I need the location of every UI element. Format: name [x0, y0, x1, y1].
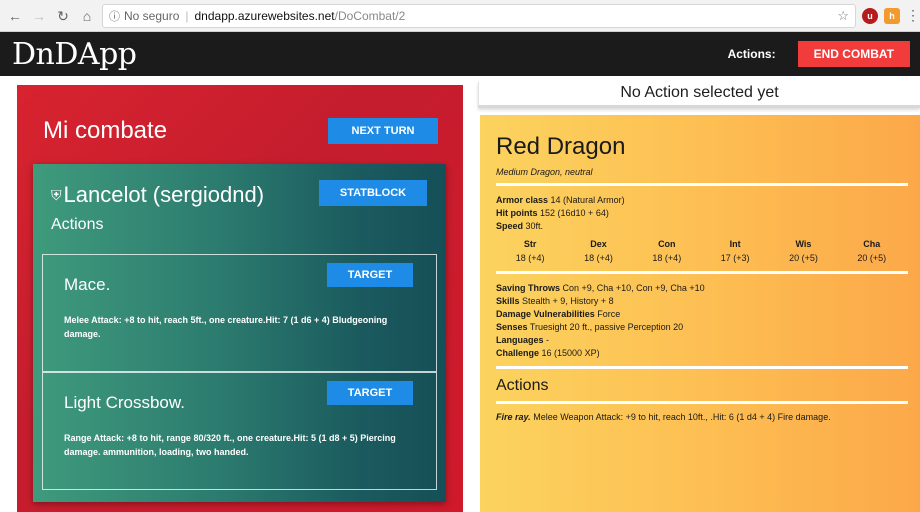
- monster-actions-heading: Actions: [496, 377, 549, 394]
- saving-throws: Saving Throws Con +9, Cha +10, Con +9, C…: [496, 282, 920, 295]
- saving-throws-value: Con +9, Cha +10, Con +9, Cha +10: [562, 283, 705, 293]
- actions-label: Actions:: [727, 47, 776, 61]
- hit-points-value: 152 (16d10 + 64): [540, 208, 609, 218]
- browser-toolbar: ← → ↻ ⌂ ⓘ No seguro | dndapp.azurewebsit…: [0, 0, 920, 32]
- ability-scores: Str 18 (+4) Dex 18 (+4) Con 18 (+4) Int 17 (…: [496, 237, 920, 265]
- action-item: Mace. TARGET Melee Attack: +8 to hit, re…: [42, 254, 437, 372]
- damage-vulnerabilities: Damage Vulnerabilities Force: [496, 308, 920, 321]
- languages-value: -: [546, 335, 550, 345]
- action-item: Light Crossbow. TARGET Range Attack: +8 …: [42, 372, 437, 490]
- insecure-label: No seguro: [124, 8, 180, 23]
- address-bar[interactable]: ⓘ No seguro | dndapp.azurewebsites.net/D…: [102, 3, 856, 28]
- ability-con: Con 18 (+4): [633, 237, 701, 265]
- reload-icon[interactable]: ↻: [54, 7, 72, 25]
- hit-points: Hit points 152 (16d10 + 64): [496, 207, 920, 220]
- senses-value: Truesight 20 ft., passive Perception 20: [529, 322, 684, 332]
- shield-icon: ⛨: [51, 186, 62, 203]
- ability-value: 18 (+4): [584, 253, 613, 263]
- damage-vulnerabilities-value: Force: [597, 309, 621, 319]
- target-button[interactable]: TARGET: [327, 263, 413, 287]
- action-name: Light Crossbow.: [64, 393, 185, 412]
- skills-label: Skills: [496, 296, 520, 306]
- address-separator: |: [185, 8, 189, 23]
- action-status-bar: No Action selected yet: [478, 82, 920, 108]
- monster-action: Fire ray. Melee Weapon Attack: +9 to hit…: [496, 412, 920, 422]
- speed-label: Speed: [496, 221, 524, 231]
- back-arrow-icon[interactable]: ←: [6, 7, 24, 25]
- ability-int: Int 17 (+3): [701, 237, 769, 265]
- ability-value: 18 (+4): [652, 253, 682, 263]
- combat-title: Mi combate: [43, 117, 168, 144]
- ability-label: Wis: [795, 239, 812, 249]
- armor-class: Armor class 14 (Natural Armor): [496, 194, 920, 207]
- ability-str: Str 18 (+4): [496, 237, 564, 265]
- saving-throws-label: Saving Throws: [496, 283, 561, 293]
- character-actions-heading: Actions: [51, 216, 104, 233]
- speed: Speed 30ft.: [496, 220, 920, 233]
- challenge: Challenge 16 (15000 XP): [496, 347, 920, 360]
- character-name: Lancelot (sergiodnd): [63, 182, 265, 207]
- ability-label: Cha: [863, 239, 881, 249]
- character-card: ⛨ Lancelot (sergiodnd) STATBLOCK Actions…: [33, 164, 446, 502]
- ability-label: Dex: [590, 239, 607, 249]
- url-path: /DoCombat/2: [334, 8, 406, 23]
- bookmark-star-icon[interactable]: ☆: [837, 8, 849, 24]
- next-turn-button[interactable]: NEXT TURN: [328, 118, 438, 144]
- browser-menu-icon[interactable]: ⋮: [906, 7, 920, 24]
- languages: Languages -: [496, 334, 920, 347]
- forward-arrow-icon[interactable]: →: [30, 7, 48, 25]
- end-combat-button[interactable]: END COMBAT: [797, 41, 910, 67]
- senses-label: Senses: [496, 322, 528, 332]
- divider: [496, 366, 908, 369]
- action-description: Range Attack: +8 to hit, range 80/320 ft…: [64, 433, 396, 457]
- home-icon[interactable]: ⌂: [78, 7, 96, 25]
- skills: Skills Stealth + 9, History + 8: [496, 295, 920, 308]
- action-name: Mace.: [64, 275, 111, 294]
- challenge-value: 16 (15000 XP): [541, 348, 600, 358]
- character-name-row: ⛨ Lancelot (sergiodnd): [51, 182, 264, 208]
- action-description: Melee Attack: +8 to hit, reach 5ft., one…: [64, 315, 388, 339]
- skills-value: Stealth + 9, History + 8: [522, 296, 614, 306]
- ability-label: Str: [523, 239, 537, 249]
- armor-class-label: Armor class: [496, 195, 549, 205]
- info-icon[interactable]: ⓘ: [109, 8, 120, 24]
- app-logo[interactable]: DnDApp: [12, 37, 137, 72]
- ability-label: Con: [658, 239, 676, 249]
- monster-type: Medium Dragon, neutral: [496, 167, 593, 177]
- ability-value: 17 (+3): [720, 253, 750, 263]
- divider: [496, 401, 908, 404]
- main-content: Mi combate NEXT TURN ⛨ Lancelot (sergiod…: [0, 76, 920, 512]
- url-host: dndapp.azurewebsites.net: [194, 8, 335, 23]
- ublock-extension-icon[interactable]: u: [862, 7, 878, 24]
- monster-statblock: Red Dragon Medium Dragon, neutral Armor …: [480, 115, 920, 512]
- languages-label: Languages: [496, 335, 544, 345]
- app-header: DnDApp Actions: END COMBAT: [0, 32, 920, 76]
- monster-name: Red Dragon: [496, 133, 626, 160]
- combat-panel: Mi combate NEXT TURN ⛨ Lancelot (sergiod…: [17, 85, 463, 512]
- monster-action-name: Fire ray.: [496, 412, 531, 422]
- ability-wis: Wis 20 (+5): [769, 237, 837, 265]
- speed-value: 30ft.: [525, 221, 544, 231]
- divider: [496, 183, 908, 186]
- monster-action-description: Melee Weapon Attack: +9 to hit, reach 10…: [533, 412, 831, 422]
- ability-dex: Dex 18 (+4): [564, 237, 632, 265]
- ability-value: 20 (+5): [789, 253, 818, 263]
- ability-value: 20 (+5): [857, 253, 887, 263]
- senses: Senses Truesight 20 ft., passive Percept…: [496, 321, 920, 334]
- honey-extension-icon[interactable]: h: [884, 7, 900, 24]
- challenge-label: Challenge: [496, 348, 540, 358]
- hit-points-label: Hit points: [496, 208, 538, 218]
- ability-cha: Cha 20 (+5): [838, 237, 906, 265]
- damage-vulnerabilities-label: Damage Vulnerabilities: [496, 309, 595, 319]
- statblock-button[interactable]: STATBLOCK: [319, 180, 427, 206]
- armor-class-value: 14 (Natural Armor): [550, 195, 625, 205]
- ability-label: Int: [729, 239, 741, 249]
- ability-value: 18 (+4): [515, 253, 545, 263]
- target-button[interactable]: TARGET: [327, 381, 413, 405]
- divider: [496, 271, 908, 274]
